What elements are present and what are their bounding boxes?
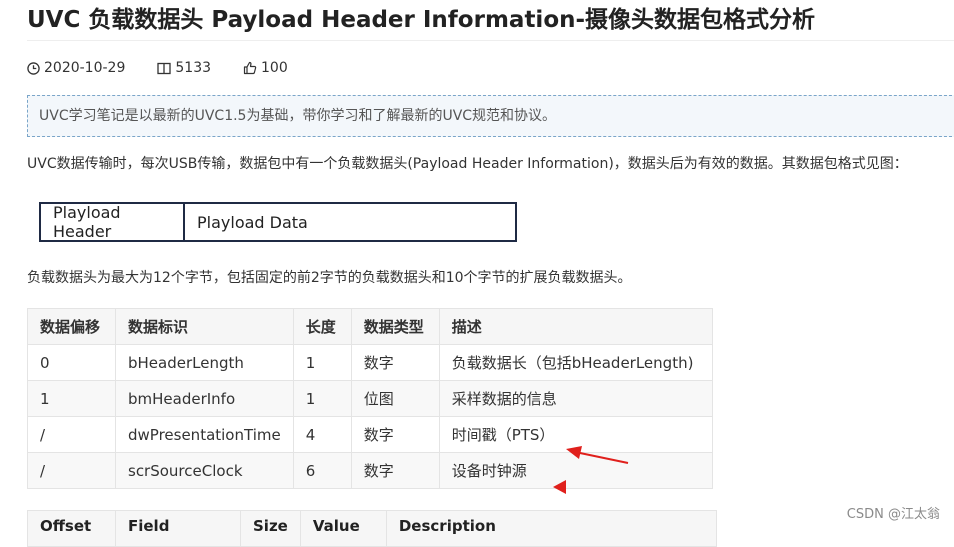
annotation-arrow-pts xyxy=(566,446,629,464)
column-header: Size xyxy=(240,510,301,547)
column-header: Description xyxy=(385,510,717,547)
column-header: Offset xyxy=(27,510,116,547)
payload-header-table-english: Offset Field Size Value Description xyxy=(27,510,717,547)
annotation-arrow-clock xyxy=(553,480,566,494)
column-header: Field xyxy=(115,510,241,547)
table-header-row: Offset Field Size Value Description xyxy=(27,510,717,547)
annotation-arrows xyxy=(553,446,629,494)
column-header: Value xyxy=(299,510,387,547)
csdn-watermark: CSDN @江太翁 xyxy=(846,507,940,522)
